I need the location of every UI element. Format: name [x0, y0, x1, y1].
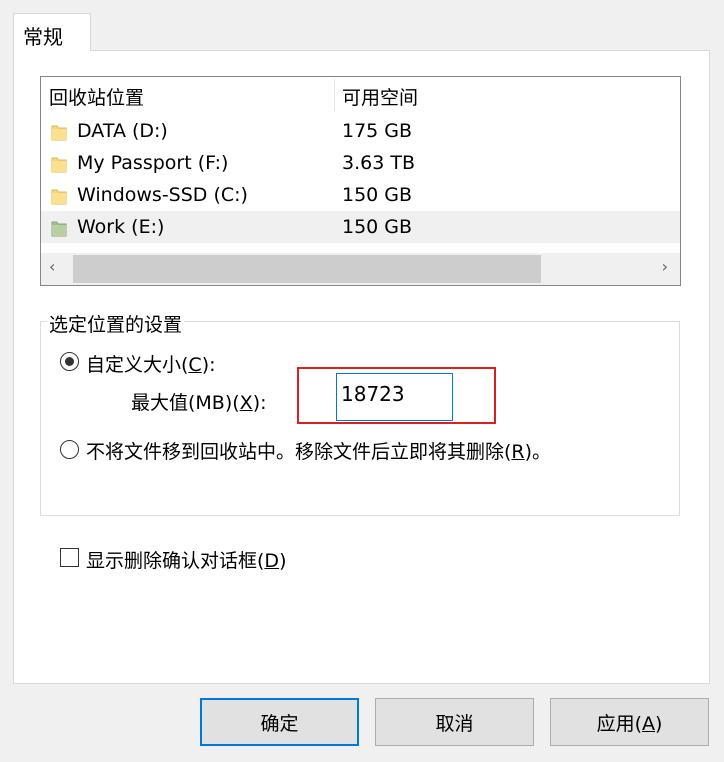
- column-header-free-space[interactable]: 可用空间: [342, 83, 418, 110]
- horizontal-scrollbar[interactable]: ‹ ›: [41, 253, 680, 285]
- highlight-box: [297, 367, 496, 424]
- list-item[interactable]: Windows-SSD (C:) 150 GB: [41, 179, 680, 211]
- list-header: 回收站位置 可用空间: [41, 77, 680, 111]
- no-recycle-text: 不将文件移到回收站中。移除文件后立即将其删除(: [86, 441, 512, 463]
- list-item-selected[interactable]: Work (E:) 150 GB: [41, 211, 680, 243]
- tab-general[interactable]: 常规: [13, 13, 91, 51]
- confirm-delete-accesskey: D: [264, 550, 280, 572]
- cancel-button-label: 取消: [435, 712, 474, 735]
- folder-icon: [51, 189, 67, 205]
- folder-icon: [51, 125, 67, 141]
- cancel-button[interactable]: 取消: [375, 698, 534, 746]
- ok-button[interactable]: 确定: [200, 698, 359, 746]
- scrollbar-thumb[interactable]: [73, 255, 541, 283]
- free-space: 3.63 TB: [342, 152, 415, 174]
- tab-general-label: 常规: [23, 25, 63, 49]
- group-title: 选定位置的设置: [47, 310, 185, 337]
- confirm-delete-text: 显示删除确认对话框(: [86, 550, 265, 572]
- list-item[interactable]: My Passport (F:) 3.63 TB: [41, 147, 680, 179]
- free-space: 150 GB: [342, 184, 413, 206]
- chevron-right-icon[interactable]: ›: [662, 257, 668, 276]
- folder-icon: [51, 221, 67, 237]
- recycle-location-list[interactable]: 回收站位置 可用空间 DATA (D:) 175 GB My Passport …: [40, 76, 681, 286]
- apply-button[interactable]: 应用(A): [550, 698, 709, 746]
- apply-text: 应用(: [596, 712, 642, 735]
- location-name: DATA (D:): [77, 120, 168, 142]
- location-name: Work (E:): [77, 216, 165, 238]
- no-recycle-label[interactable]: 不将文件移到回收站中。移除文件后立即将其删除(R)。: [86, 437, 551, 464]
- no-recycle-radio[interactable]: [60, 440, 79, 459]
- no-recycle-suffix: )。: [524, 441, 552, 463]
- free-space: 175 GB: [342, 120, 413, 142]
- apply-button-label: 应用(A): [597, 709, 663, 736]
- folder-icon: [51, 157, 67, 173]
- free-space: 150 GB: [342, 216, 413, 238]
- no-recycle-accesskey: R: [511, 441, 525, 463]
- chevron-left-icon[interactable]: ‹: [49, 257, 55, 276]
- column-divider[interactable]: [334, 79, 335, 111]
- ok-button-label: 确定: [260, 712, 299, 735]
- confirm-delete-checkbox[interactable]: [60, 548, 79, 567]
- custom-size-accesskey: C: [188, 354, 202, 376]
- location-name: My Passport (F:): [77, 152, 229, 174]
- max-size-accesskey: X: [239, 392, 253, 414]
- custom-size-label[interactable]: 自定义大小(C):: [86, 350, 216, 377]
- confirm-delete-suffix: ): [279, 550, 287, 572]
- max-size-label: 最大值(MB)(X):: [131, 388, 267, 415]
- column-header-location[interactable]: 回收站位置: [49, 83, 144, 110]
- custom-size-suffix: ):: [201, 354, 216, 376]
- location-name: Windows-SSD (C:): [77, 184, 248, 206]
- max-size-suffix: ):: [252, 392, 267, 414]
- custom-size-radio[interactable]: [60, 352, 79, 371]
- custom-size-text: 自定义大小(: [86, 354, 189, 376]
- confirm-delete-label[interactable]: 显示删除确认对话框(D): [86, 546, 286, 573]
- list-item[interactable]: DATA (D:) 175 GB: [41, 115, 680, 147]
- apply-suffix: ): [655, 712, 663, 735]
- max-size-text: 最大值(MB)(: [131, 392, 240, 414]
- apply-accesskey: A: [642, 712, 655, 735]
